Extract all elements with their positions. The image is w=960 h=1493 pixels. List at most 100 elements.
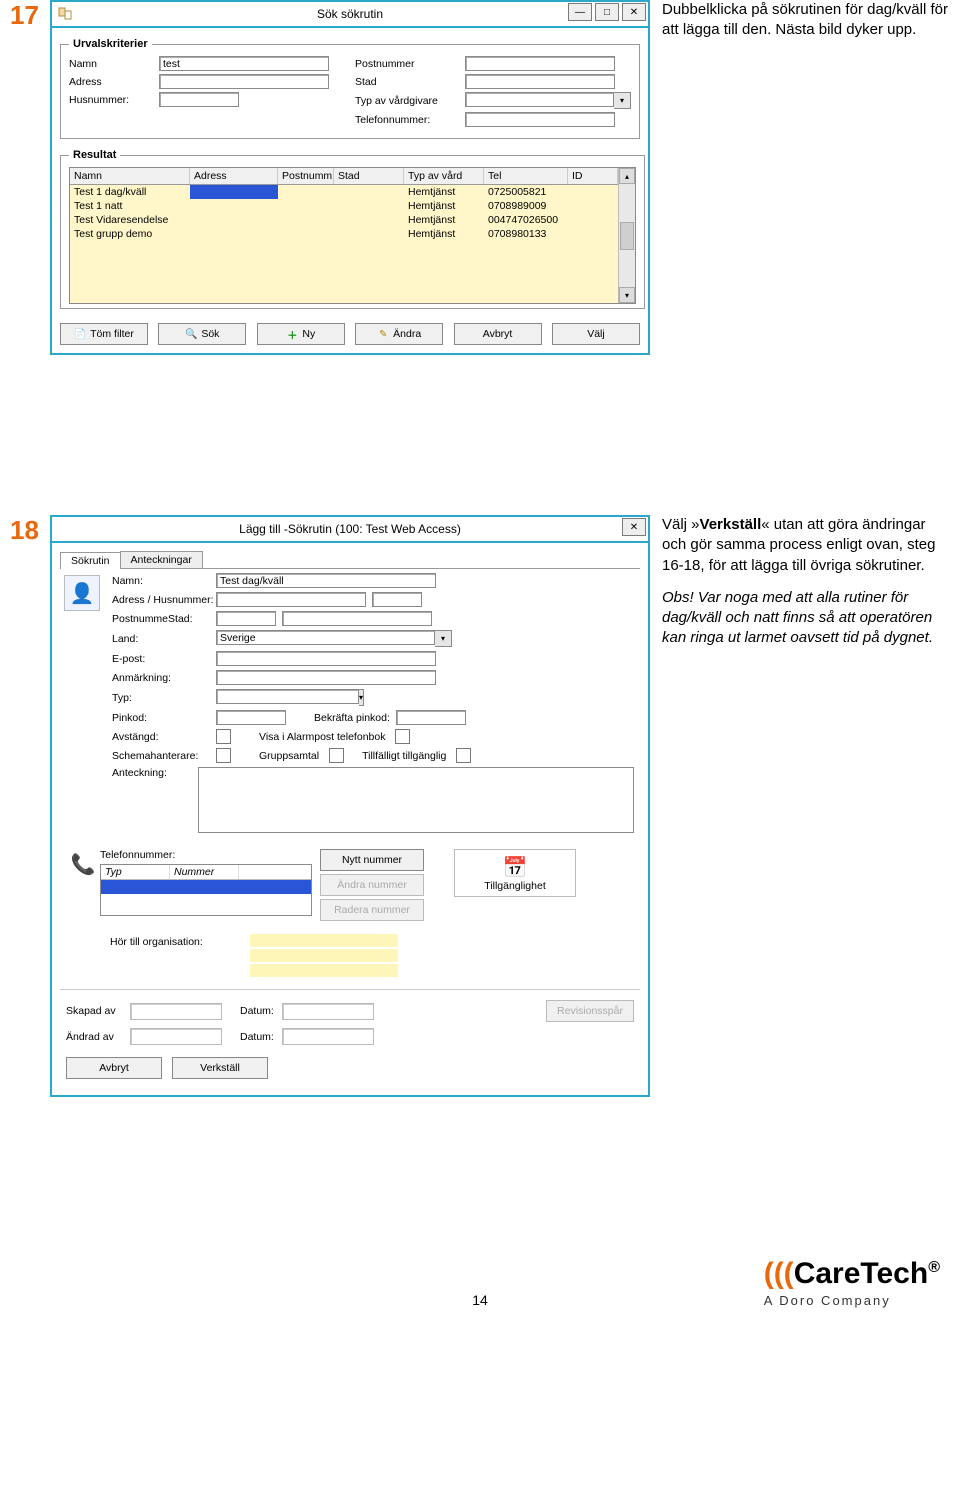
titlebar: Sök sökrutin — □ ✕: [52, 2, 648, 28]
edit-number-button[interactable]: Ändra nummer: [320, 874, 424, 896]
label-datum1: Datum:: [240, 1005, 282, 1017]
cell: 004747026500: [484, 213, 568, 227]
col-typ[interactable]: Typ: [101, 865, 170, 879]
delete-number-button[interactable]: Radera nummer: [320, 899, 424, 921]
cancel-button[interactable]: Avbryt: [454, 323, 542, 345]
new-button[interactable]: ＋Ny: [257, 323, 345, 345]
edit-icon: ✎: [377, 328, 389, 340]
cell: Hemtjänst: [404, 185, 484, 199]
apply-button[interactable]: Verkställ: [172, 1057, 268, 1079]
btn-label: Töm filter: [90, 328, 134, 340]
chevron-down-icon[interactable]: ▾: [359, 689, 364, 706]
scroll-up-icon[interactable]: ▴: [619, 168, 635, 184]
label-epost: E-post:: [112, 653, 216, 665]
col-stad[interactable]: Stad: [334, 168, 404, 184]
cell: [334, 227, 404, 241]
col-namn[interactable]: Namn: [70, 168, 190, 184]
telefon-input[interactable]: [465, 112, 615, 127]
husnr-input[interactable]: [372, 592, 422, 607]
postnummer-input[interactable]: [465, 56, 615, 71]
cell: [278, 213, 334, 227]
criteria-legend: Urvalskriterier: [69, 38, 152, 50]
close-button[interactable]: ✕: [622, 3, 646, 21]
schema-checkbox[interactable]: [216, 748, 231, 763]
maximize-button[interactable]: □: [595, 3, 619, 21]
phone-row-selected[interactable]: [101, 880, 311, 894]
phone-section: 📞 Telefonnummer: Typ Nummer: [60, 845, 640, 928]
col-adress[interactable]: Adress: [190, 168, 278, 184]
cell: [278, 185, 334, 199]
scroll-down-icon[interactable]: ▾: [619, 287, 635, 303]
table-row[interactable]: Test grupp demo Hemtjänst 0708980133: [70, 227, 618, 241]
search-button[interactable]: 🔍Sök: [158, 323, 246, 345]
search-routine-window: Sök sökrutin — □ ✕ Urvalskriterier Na: [50, 0, 650, 355]
scroll-thumb[interactable]: [620, 222, 634, 250]
label-pinkod: Pinkod:: [112, 712, 216, 724]
cell: [278, 227, 334, 241]
revision-button[interactable]: Revisionsspår: [546, 1000, 634, 1022]
availability-button[interactable]: 📅 Tillgänglighet: [454, 849, 576, 897]
grupp-checkbox[interactable]: [329, 748, 344, 763]
brand-text: CareTech: [794, 1257, 929, 1290]
calendar-icon: 📅: [503, 855, 528, 880]
label-grupp: Gruppsamtal: [259, 750, 319, 762]
tab-sokrutin[interactable]: Sökrutin: [60, 552, 121, 569]
window-title: Lägg till -Sökrutin (100: Test Web Acces…: [52, 522, 648, 536]
btn-label: Ny: [302, 328, 315, 340]
postnr-input[interactable]: [216, 611, 276, 626]
new-number-button[interactable]: Nytt nummer: [320, 849, 424, 871]
col-nummer[interactable]: Nummer: [170, 865, 239, 879]
btn-label: Avbryt: [483, 328, 513, 340]
stad-input[interactable]: [465, 74, 615, 89]
scrollbar[interactable]: ▴ ▾: [618, 168, 635, 303]
tab-anteckningar[interactable]: Anteckningar: [120, 551, 203, 568]
pinkod-input[interactable]: [216, 710, 286, 725]
anteckning-textarea[interactable]: [198, 767, 634, 833]
table-row[interactable]: Test 1 dag/kväll Hemtjänst 0725005821: [70, 185, 618, 199]
adress-input[interactable]: [159, 74, 329, 89]
chevron-down-icon[interactable]: ▾: [614, 92, 631, 109]
edit-button[interactable]: ✎Ändra: [355, 323, 443, 345]
visaalarm-checkbox[interactable]: [395, 729, 410, 744]
stad-input[interactable]: [282, 611, 432, 626]
epost-input[interactable]: [216, 651, 436, 666]
organisation-lines: [250, 934, 398, 979]
cell: [334, 185, 404, 199]
namn-input[interactable]: [159, 56, 329, 71]
select-button[interactable]: Välj: [552, 323, 640, 345]
typvard-combo[interactable]: ▾: [465, 92, 631, 109]
namn-input[interactable]: [216, 573, 436, 588]
step18-description: Välj »Verkställ« utan att göra ändringar…: [650, 515, 950, 661]
label-typ: Typ:: [112, 692, 216, 704]
clear-filter-button[interactable]: 📄Töm filter: [60, 323, 148, 345]
typ-combo[interactable]: ▾: [216, 689, 346, 706]
table-row[interactable]: Test 1 natt Hemtjänst 0708989009: [70, 199, 618, 213]
table-row[interactable]: Test Vidaresendelse Hemtjänst 0047470265…: [70, 213, 618, 227]
tillf-checkbox[interactable]: [456, 748, 471, 763]
logo-tagline: A Doro Company: [764, 1293, 940, 1308]
result-table[interactable]: Namn Adress Postnumm Stad Typ av vård Te…: [69, 167, 636, 304]
avstangd-checkbox[interactable]: [216, 729, 231, 744]
husnummer-input[interactable]: [159, 92, 239, 107]
cell: 0708980133: [484, 227, 568, 241]
col-tel[interactable]: Tel: [484, 168, 568, 184]
chevron-down-icon[interactable]: ▾: [435, 630, 452, 647]
label-telefonnummer: Telefonnummer:: [100, 849, 312, 861]
phone-table[interactable]: Typ Nummer: [100, 864, 312, 916]
anm-input[interactable]: [216, 670, 436, 685]
bekpin-input[interactable]: [396, 710, 466, 725]
col-typ[interactable]: Typ av vård: [404, 168, 484, 184]
cancel-button[interactable]: Avbryt: [66, 1057, 162, 1079]
cell: Hemtjänst: [404, 213, 484, 227]
close-button[interactable]: ✕: [622, 518, 646, 536]
adress-input[interactable]: [216, 592, 366, 607]
result-group: Resultat Namn Adress Postnumm Stad Typ a…: [60, 149, 645, 309]
label-adress: Adress: [69, 76, 159, 88]
col-id[interactable]: ID: [568, 168, 618, 184]
cell: Test 1 dag/kväll: [70, 185, 190, 199]
cell: [334, 199, 404, 213]
land-combo[interactable]: ▾: [216, 630, 452, 647]
col-postnumm[interactable]: Postnumm: [278, 168, 334, 184]
minimize-button[interactable]: —: [568, 3, 592, 21]
cell: Test 1 natt: [70, 199, 190, 213]
